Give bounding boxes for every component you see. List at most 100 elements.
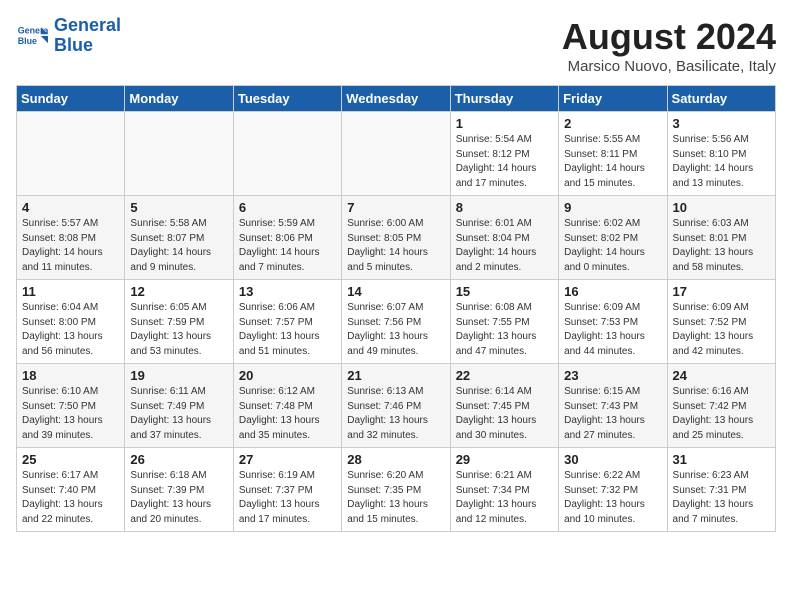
- svg-text:Blue: Blue: [18, 36, 37, 46]
- logo-text: General Blue: [54, 16, 121, 56]
- day-number: 23: [564, 368, 661, 383]
- calendar-cell: 13 Sunrise: 6:06 AM Sunset: 7:57 PM Dayli…: [233, 280, 341, 364]
- day-number: 28: [347, 452, 444, 467]
- day-number: 5: [130, 200, 227, 215]
- page-header: General Blue General Blue August 2024 Ma…: [16, 16, 776, 75]
- day-info: Sunrise: 6:02 AM Sunset: 8:02 PM Dayligh…: [564, 217, 661, 275]
- calendar-cell: 28 Sunrise: 6:20 AM Sunset: 7:35 PM Dayli…: [342, 448, 450, 532]
- calendar-cell: 10Sunrise: 6:03 AM Sunset: 8:01 PM Dayli…: [667, 196, 775, 280]
- day-info: Sunrise: 6:04 AM Sunset: 8:00 PM Dayligh…: [22, 301, 119, 359]
- calendar-cell: 1 Sunrise: 5:54 AM Sunset: 8:12 PM Daylig…: [450, 112, 558, 196]
- day-info: Sunrise: 6:16 AM Sunset: 7:42 PM Dayligh…: [673, 385, 770, 443]
- calendar-cell: 15 Sunrise: 6:08 AM Sunset: 7:55 PM Dayli…: [450, 280, 558, 364]
- day-info: Sunrise: 6:14 AM Sunset: 7:45 PM Dayligh…: [456, 385, 553, 443]
- calendar-table: SundayMondayTuesdayWednesdayThursdayFrid…: [16, 85, 776, 532]
- weekday-header-friday: Friday: [559, 86, 667, 112]
- calendar-cell: 23 Sunrise: 6:15 AM Sunset: 7:43 PM Dayli…: [559, 364, 667, 448]
- day-info: Sunrise: 6:13 AM Sunset: 7:46 PM Dayligh…: [347, 385, 444, 443]
- day-info: Sunrise: 6:18 AM Sunset: 7:39 PM Dayligh…: [130, 469, 227, 527]
- calendar-cell: 7Sunrise: 6:00 AM Sunset: 8:05 PM Daylig…: [342, 196, 450, 280]
- day-info: Sunrise: 5:57 AM Sunset: 8:08 PM Dayligh…: [22, 217, 119, 275]
- calendar-cell: 11 Sunrise: 6:04 AM Sunset: 8:00 PM Dayli…: [17, 280, 125, 364]
- day-info: Sunrise: 6:15 AM Sunset: 7:43 PM Dayligh…: [564, 385, 661, 443]
- day-info: Sunrise: 5:58 AM Sunset: 8:07 PM Dayligh…: [130, 217, 227, 275]
- day-number: 13: [239, 284, 336, 299]
- day-number: 9: [564, 200, 661, 215]
- day-number: 18: [22, 368, 119, 383]
- day-info: Sunrise: 6:10 AM Sunset: 7:50 PM Dayligh…: [22, 385, 119, 443]
- day-info: Sunrise: 5:55 AM Sunset: 8:11 PM Dayligh…: [564, 133, 661, 191]
- weekday-header-monday: Monday: [125, 86, 233, 112]
- calendar-cell: 6 Sunrise: 5:59 AM Sunset: 8:06 PM Daylig…: [233, 196, 341, 280]
- calendar-cell: 30 Sunrise: 6:22 AM Sunset: 7:32 PM Dayli…: [559, 448, 667, 532]
- day-number: 22: [456, 368, 553, 383]
- day-info: Sunrise: 5:54 AM Sunset: 8:12 PM Dayligh…: [456, 133, 553, 191]
- day-info: Sunrise: 6:20 AM Sunset: 7:35 PM Dayligh…: [347, 469, 444, 527]
- day-info: Sunrise: 6:07 AM Sunset: 7:56 PM Dayligh…: [347, 301, 444, 359]
- day-number: 11: [22, 284, 119, 299]
- calendar-cell: 2 Sunrise: 5:55 AM Sunset: 8:11 PM Daylig…: [559, 112, 667, 196]
- day-number: 30: [564, 452, 661, 467]
- week-row-1: 1 Sunrise: 5:54 AM Sunset: 8:12 PM Daylig…: [17, 112, 776, 196]
- week-row-4: 18 Sunrise: 6:10 AM Sunset: 7:50 PM Dayli…: [17, 364, 776, 448]
- calendar-cell: 24 Sunrise: 6:16 AM Sunset: 7:42 PM Dayli…: [667, 364, 775, 448]
- title-area: August 2024 Marsico Nuovo, Basilicate, I…: [562, 16, 776, 75]
- location-title: Marsico Nuovo, Basilicate, Italy: [562, 58, 776, 75]
- calendar-cell: 25Sunrise: 6:17 AM Sunset: 7:40 PM Dayli…: [17, 448, 125, 532]
- calendar-cell: [233, 112, 341, 196]
- week-row-2: 4 Sunrise: 5:57 AM Sunset: 8:08 PM Daylig…: [17, 196, 776, 280]
- day-number: 1: [456, 116, 553, 131]
- day-number: 12: [130, 284, 227, 299]
- logo: General Blue General Blue: [16, 16, 121, 56]
- calendar-cell: 9 Sunrise: 6:02 AM Sunset: 8:02 PM Daylig…: [559, 196, 667, 280]
- day-info: Sunrise: 5:56 AM Sunset: 8:10 PM Dayligh…: [673, 133, 770, 191]
- day-number: 26: [130, 452, 227, 467]
- day-number: 6: [239, 200, 336, 215]
- day-info: Sunrise: 6:06 AM Sunset: 7:57 PM Dayligh…: [239, 301, 336, 359]
- calendar-cell: 20Sunrise: 6:12 AM Sunset: 7:48 PM Dayli…: [233, 364, 341, 448]
- day-info: Sunrise: 6:09 AM Sunset: 7:52 PM Dayligh…: [673, 301, 770, 359]
- day-info: Sunrise: 6:23 AM Sunset: 7:31 PM Dayligh…: [673, 469, 770, 527]
- day-number: 29: [456, 452, 553, 467]
- calendar-cell: [125, 112, 233, 196]
- calendar-cell: 14Sunrise: 6:07 AM Sunset: 7:56 PM Dayli…: [342, 280, 450, 364]
- calendar-body: 1 Sunrise: 5:54 AM Sunset: 8:12 PM Daylig…: [17, 112, 776, 532]
- week-row-3: 11 Sunrise: 6:04 AM Sunset: 8:00 PM Dayli…: [17, 280, 776, 364]
- month-title: August 2024: [562, 16, 776, 58]
- calendar-cell: 19 Sunrise: 6:11 AM Sunset: 7:49 PM Dayli…: [125, 364, 233, 448]
- calendar-cell: 16 Sunrise: 6:09 AM Sunset: 7:53 PM Dayli…: [559, 280, 667, 364]
- day-number: 8: [456, 200, 553, 215]
- day-number: 24: [673, 368, 770, 383]
- day-number: 4: [22, 200, 119, 215]
- calendar-cell: 27Sunrise: 6:19 AM Sunset: 7:37 PM Dayli…: [233, 448, 341, 532]
- day-number: 21: [347, 368, 444, 383]
- day-info: Sunrise: 6:11 AM Sunset: 7:49 PM Dayligh…: [130, 385, 227, 443]
- calendar-cell: 12 Sunrise: 6:05 AM Sunset: 7:59 PM Dayli…: [125, 280, 233, 364]
- calendar-cell: [17, 112, 125, 196]
- day-info: Sunrise: 5:59 AM Sunset: 8:06 PM Dayligh…: [239, 217, 336, 275]
- calendar-cell: 3 Sunrise: 5:56 AM Sunset: 8:10 PM Daylig…: [667, 112, 775, 196]
- day-info: Sunrise: 6:05 AM Sunset: 7:59 PM Dayligh…: [130, 301, 227, 359]
- weekday-header-wednesday: Wednesday: [342, 86, 450, 112]
- day-number: 17: [673, 284, 770, 299]
- day-number: 19: [130, 368, 227, 383]
- day-number: 25: [22, 452, 119, 467]
- weekday-header-sunday: Sunday: [17, 86, 125, 112]
- calendar-cell: 8Sunrise: 6:01 AM Sunset: 8:04 PM Daylig…: [450, 196, 558, 280]
- day-info: Sunrise: 6:09 AM Sunset: 7:53 PM Dayligh…: [564, 301, 661, 359]
- day-number: 16: [564, 284, 661, 299]
- day-info: Sunrise: 6:08 AM Sunset: 7:55 PM Dayligh…: [456, 301, 553, 359]
- weekday-header-thursday: Thursday: [450, 86, 558, 112]
- day-number: 15: [456, 284, 553, 299]
- weekday-header-tuesday: Tuesday: [233, 86, 341, 112]
- day-number: 2: [564, 116, 661, 131]
- calendar-cell: 18 Sunrise: 6:10 AM Sunset: 7:50 PM Dayli…: [17, 364, 125, 448]
- day-info: Sunrise: 6:19 AM Sunset: 7:37 PM Dayligh…: [239, 469, 336, 527]
- calendar-cell: [342, 112, 450, 196]
- day-info: Sunrise: 6:22 AM Sunset: 7:32 PM Dayligh…: [564, 469, 661, 527]
- calendar-cell: 26 Sunrise: 6:18 AM Sunset: 7:39 PM Dayli…: [125, 448, 233, 532]
- day-number: 10: [673, 200, 770, 215]
- day-number: 3: [673, 116, 770, 131]
- calendar-cell: 21 Sunrise: 6:13 AM Sunset: 7:46 PM Dayli…: [342, 364, 450, 448]
- calendar-cell: 17 Sunrise: 6:09 AM Sunset: 7:52 PM Dayli…: [667, 280, 775, 364]
